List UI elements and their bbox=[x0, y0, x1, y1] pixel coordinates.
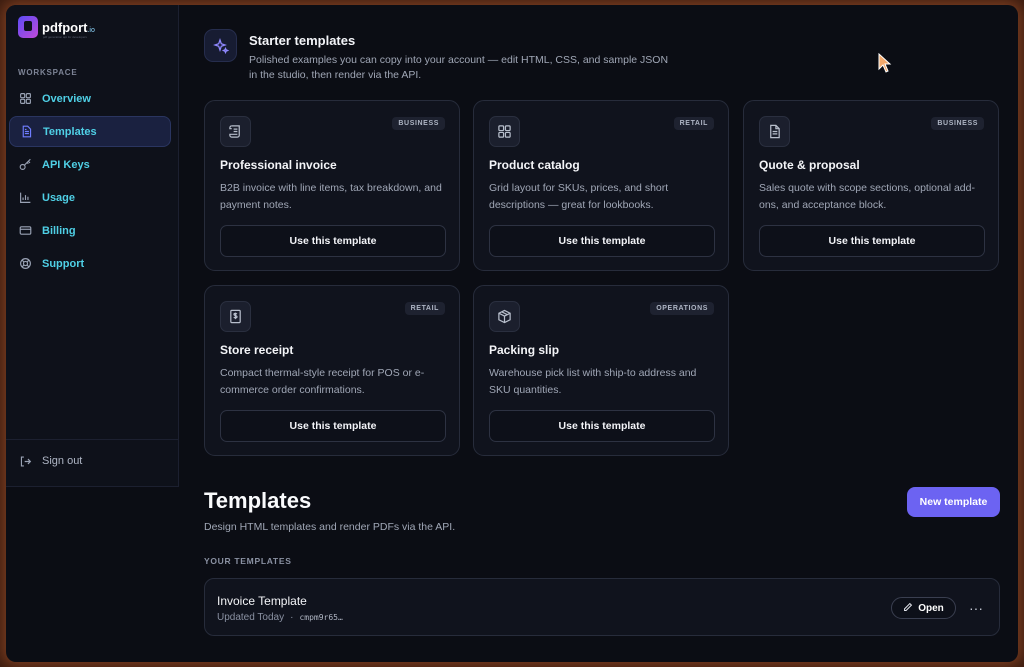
open-button[interactable]: Open bbox=[891, 597, 956, 619]
logo-tagline: pdf generation api for developers bbox=[43, 35, 87, 39]
use-template-button[interactable]: Use this template bbox=[220, 225, 446, 257]
package-icon bbox=[489, 301, 520, 332]
starter-card-packing-slip: OPERATIONS Packing slip Warehouse pick l… bbox=[473, 285, 729, 456]
use-template-button[interactable]: Use this template bbox=[489, 410, 715, 442]
use-template-button[interactable]: Use this template bbox=[220, 410, 446, 442]
sidebar-item-label: Support bbox=[42, 257, 85, 270]
logo-suffix: .io bbox=[87, 26, 95, 34]
sidebar-item-label: Overview bbox=[42, 92, 91, 105]
sidebar-item-label: API Keys bbox=[42, 158, 90, 171]
template-name: Invoice Template bbox=[217, 594, 307, 608]
sidebar-item-overview[interactable]: Overview bbox=[9, 83, 171, 114]
card-description: Sales quote with scope sections, optiona… bbox=[759, 182, 975, 211]
category-badge: OPERATIONS bbox=[650, 302, 714, 315]
card-title: Packing slip bbox=[489, 343, 560, 357]
bar-chart-icon bbox=[18, 191, 32, 205]
key-icon bbox=[18, 158, 32, 172]
sign-out-label: Sign out bbox=[42, 455, 83, 467]
more-options-button[interactable]: ··· bbox=[967, 599, 985, 617]
page-subtitle: Design HTML templates and render PDFs vi… bbox=[204, 521, 456, 533]
workspace-label: WORKSPACE bbox=[18, 68, 78, 77]
category-badge: RETAIL bbox=[673, 117, 714, 130]
card-title: Store receipt bbox=[220, 343, 294, 357]
category-badge: RETAIL bbox=[404, 302, 445, 315]
card-description: Compact thermal-style receipt for POS or… bbox=[220, 367, 425, 396]
starter-templates-subtitle: Polished examples you can copy into your… bbox=[249, 54, 669, 81]
sidebar-item-billing[interactable]: Billing bbox=[9, 215, 171, 246]
starter-card-quote-proposal: BUSINESS Quote & proposal Sales quote wi… bbox=[743, 100, 999, 271]
sparkles-icon bbox=[204, 29, 237, 62]
lifebuoy-icon bbox=[18, 257, 32, 271]
starter-card-professional-invoice: BUSINESS Professional invoice B2B invoic… bbox=[204, 100, 460, 271]
grid-icon bbox=[18, 92, 32, 106]
logo-name: pdfport bbox=[42, 19, 88, 35]
card-description: Warehouse pick list with ship-to address… bbox=[489, 367, 697, 396]
app-window: pdfport.io pdf generation api for develo… bbox=[6, 5, 1018, 662]
template-meta: Updated Today · cmpm9r65… bbox=[217, 612, 343, 623]
card-description: Grid layout for SKUs, prices, and short … bbox=[489, 182, 669, 211]
file-text-icon bbox=[759, 116, 790, 147]
card-description: B2B invoice with line items, tax breakdo… bbox=[220, 182, 442, 211]
scroll-icon bbox=[220, 116, 251, 147]
use-template-button[interactable]: Use this template bbox=[759, 225, 985, 257]
sidebar-item-label: Usage bbox=[42, 191, 76, 204]
new-template-button[interactable]: New template bbox=[907, 487, 1000, 517]
sign-out-button[interactable]: Sign out bbox=[18, 454, 82, 468]
template-id: cmpm9r65… bbox=[299, 613, 343, 622]
sidebar-item-label: Templates bbox=[43, 125, 97, 138]
card-title: Professional invoice bbox=[220, 158, 337, 172]
sidebar: pdfport.io pdf generation api for develo… bbox=[6, 5, 179, 487]
sidebar-item-label: Billing bbox=[42, 224, 76, 237]
pencil-icon bbox=[903, 602, 913, 615]
updated-text: Updated Today bbox=[217, 612, 285, 623]
sidebar-item-api-keys[interactable]: API Keys bbox=[9, 149, 171, 180]
starter-templates-title: Starter templates bbox=[249, 33, 356, 48]
sign-out-icon bbox=[18, 454, 32, 468]
card-title: Quote & proposal bbox=[759, 158, 860, 172]
grid-icon bbox=[489, 116, 520, 147]
use-template-button[interactable]: Use this template bbox=[489, 225, 715, 257]
category-badge: BUSINESS bbox=[931, 117, 984, 130]
divider bbox=[6, 439, 179, 440]
page-title: Templates bbox=[204, 488, 312, 513]
receipt-icon bbox=[220, 301, 251, 332]
mouse-cursor-icon bbox=[878, 52, 892, 78]
card-title: Product catalog bbox=[489, 158, 580, 172]
credit-card-icon bbox=[18, 224, 32, 238]
starter-card-store-receipt: RETAIL Store receipt Compact thermal-sty… bbox=[204, 285, 460, 456]
meta-separator: · bbox=[290, 612, 294, 623]
logo-icon bbox=[18, 16, 38, 38]
template-row[interactable]: Invoice Template Updated Today · cmpm9r6… bbox=[204, 578, 1000, 636]
category-badge: BUSINESS bbox=[392, 117, 445, 130]
sidebar-item-usage[interactable]: Usage bbox=[9, 182, 171, 213]
starter-card-product-catalog: RETAIL Product catalog Grid layout for S… bbox=[473, 100, 729, 271]
your-templates-label: YOUR TEMPLATES bbox=[204, 556, 292, 566]
open-label: Open bbox=[918, 602, 944, 614]
document-icon bbox=[19, 125, 33, 139]
sidebar-item-support[interactable]: Support bbox=[9, 248, 171, 279]
sidebar-item-templates[interactable]: Templates bbox=[9, 116, 171, 147]
sidebar-nav: Overview Templates API Keys Usage Billin… bbox=[9, 83, 171, 281]
